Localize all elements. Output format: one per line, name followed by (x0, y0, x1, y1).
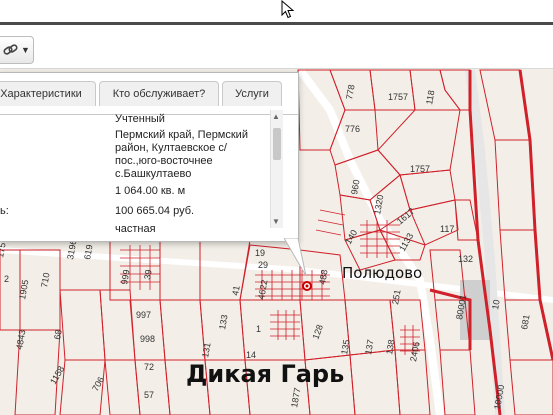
place-label-polyudovo: Полюдово (342, 264, 423, 282)
parcel-number: 997 (136, 310, 151, 320)
area-value: 1 064.00 кв. м (115, 185, 186, 197)
parcel-number: 39 (142, 269, 154, 281)
parcel-number: 19 (255, 248, 265, 258)
tab-characteristics[interactable]: Характеристики (0, 81, 96, 106)
scrollbar-thumb[interactable] (273, 128, 281, 160)
link-tool-icon (3, 44, 18, 55)
parcel-number: 57 (144, 390, 154, 400)
popup-tabs: Характеристики Кто обслуживает? Услуги (0, 81, 298, 115)
address-line: пос.,юго-восточнее (115, 155, 213, 167)
tab-who-serves[interactable]: Кто обслуживает? (99, 81, 219, 106)
parcel-number: 776 (345, 124, 360, 134)
parcel-number: 72 (144, 362, 154, 372)
link-tool-button[interactable]: ▼ (0, 36, 34, 64)
address-line: район, Култаевское с/ (115, 142, 227, 154)
parcel-number: 132 (458, 254, 473, 264)
mouse-cursor-icon (281, 0, 295, 19)
cost-value: 100 665.04 руб. (115, 205, 195, 217)
parcel-number: 41 (230, 285, 242, 297)
popup-pointer (284, 238, 307, 277)
parcel-number: 2 (4, 274, 9, 284)
parcel-number: 68 (52, 329, 64, 341)
map-toolbar: ▼ (0, 30, 553, 69)
scroll-up-icon[interactable]: ▲ (272, 112, 280, 121)
cost-label: ь: (0, 205, 9, 217)
parcel-info-popup: Характеристики Кто обслуживает? Услуги У… (0, 72, 299, 242)
address-line: с.Башкултаево (115, 168, 192, 180)
parcel-number: 117 (440, 224, 454, 234)
popup-scrollbar[interactable]: ▲ ▼ (270, 110, 283, 228)
scroll-down-icon[interactable]: ▼ (272, 217, 280, 226)
popup-content: Учтенный Пермский край, Пермский район, … (0, 109, 284, 233)
top-bar (0, 0, 553, 30)
parcel-number: 29 (258, 260, 268, 270)
parcel-number: 1 (256, 324, 261, 334)
parcel-number: 10 (490, 299, 502, 311)
parcel-number: 1757 (388, 92, 408, 102)
selected-parcel-marker-icon[interactable] (302, 281, 312, 291)
address-value: Пермский край, Пермский район, Култаевск… (115, 129, 275, 181)
status-value: Учтенный (115, 113, 165, 125)
tab-services[interactable]: Услуги (222, 81, 282, 106)
ownership-value: частная (115, 223, 156, 233)
parcel-number: 14 (246, 350, 256, 360)
parcel-number: 998 (140, 334, 155, 344)
parcel-number: 1757 (410, 164, 430, 174)
chevron-down-icon: ▼ (21, 45, 30, 55)
place-label-dikaya-gar: Дикая Гарь (186, 360, 345, 388)
address-line: Пермский край, Пермский (115, 129, 248, 141)
